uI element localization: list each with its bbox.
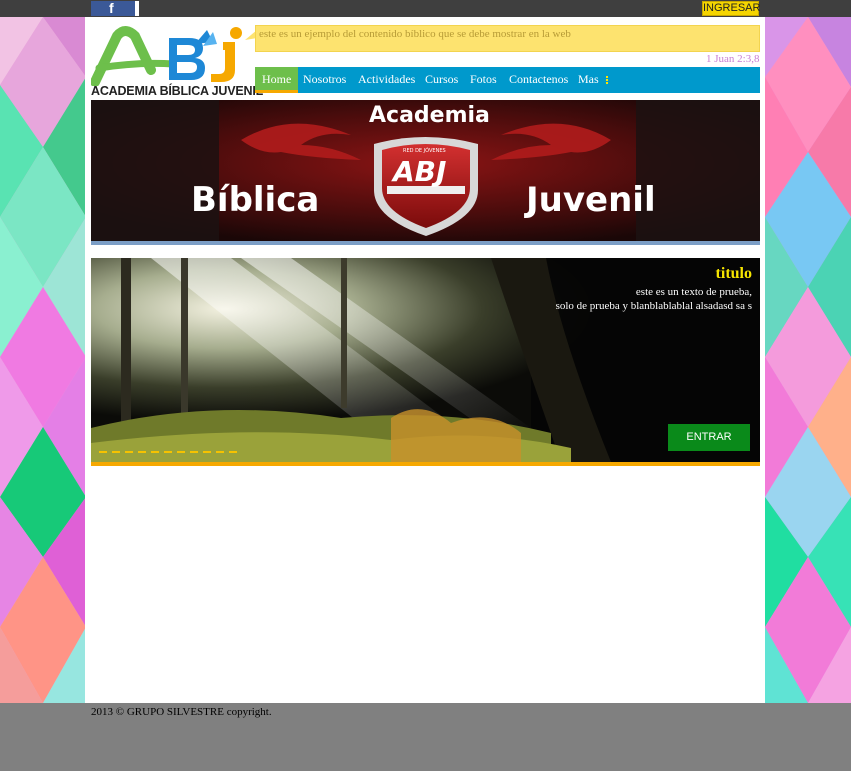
nav-item-contactenos[interactable]: Contactenos xyxy=(509,67,568,93)
logo-caption: ACADEMIA BÍBLICA JUVENIL xyxy=(91,84,264,98)
nav-item-nosotros[interactable]: Nosotros xyxy=(303,67,346,93)
login-button[interactable]: INGRESAR xyxy=(702,1,760,16)
verse-reference: 1 Juan 2:3,8 xyxy=(706,53,760,65)
header-banner: Academia Bíblica Juvenil RED DE JÓVENES … xyxy=(91,100,760,241)
main-nav: Home Nosotros Actividades Cursos Fotos C… xyxy=(255,67,760,93)
shield-subtitle: RED DE JÓVENES xyxy=(403,148,446,154)
nav-item-mas[interactable]: Mas xyxy=(578,67,609,93)
nav-item-mas-label: Mas xyxy=(578,72,599,86)
facebook-icon: f xyxy=(109,0,114,16)
nav-item-actividades[interactable]: Actividades xyxy=(358,67,415,93)
slide-title: titulo xyxy=(715,265,752,282)
shield-text: ABJ xyxy=(393,155,447,188)
footer-copyright: 2013 © GRUPO SILVESTRE copyright. xyxy=(91,706,272,718)
featured-slider: titulo este es un texto de prueba, solo … xyxy=(91,258,760,462)
nav-item-cursos[interactable]: Cursos xyxy=(425,67,458,93)
banner-word-right: Juvenil xyxy=(526,180,656,220)
slider-progress-indicator xyxy=(99,451,239,453)
slider-bottom-bar xyxy=(91,462,760,466)
left-pattern xyxy=(0,17,86,703)
top-bar: f INGRESAR xyxy=(0,0,851,17)
verse-text: este es un ejemplo del contenido bíblico… xyxy=(259,28,571,40)
enter-button[interactable]: ENTRAR xyxy=(668,424,750,451)
verse-box: este es un ejemplo del contenido bíblico… xyxy=(255,25,760,52)
nav-item-home[interactable]: Home xyxy=(255,67,299,93)
right-pattern xyxy=(765,17,851,703)
facebook-button[interactable]: f xyxy=(91,0,139,16)
slide-text-line: este es un texto de prueba, xyxy=(635,286,752,298)
footer: 2013 © GRUPO SILVESTRE copyright. xyxy=(0,703,851,771)
slide-text-line: solo de prueba y blanblablablal alsadasd… xyxy=(555,300,752,312)
banner-divider xyxy=(91,241,760,245)
nav-item-fotos[interactable]: Fotos xyxy=(470,67,497,93)
banner-word-left: Bíblica xyxy=(191,180,320,220)
more-dots-icon xyxy=(605,75,609,85)
banner-word-top: Academia xyxy=(369,103,490,128)
